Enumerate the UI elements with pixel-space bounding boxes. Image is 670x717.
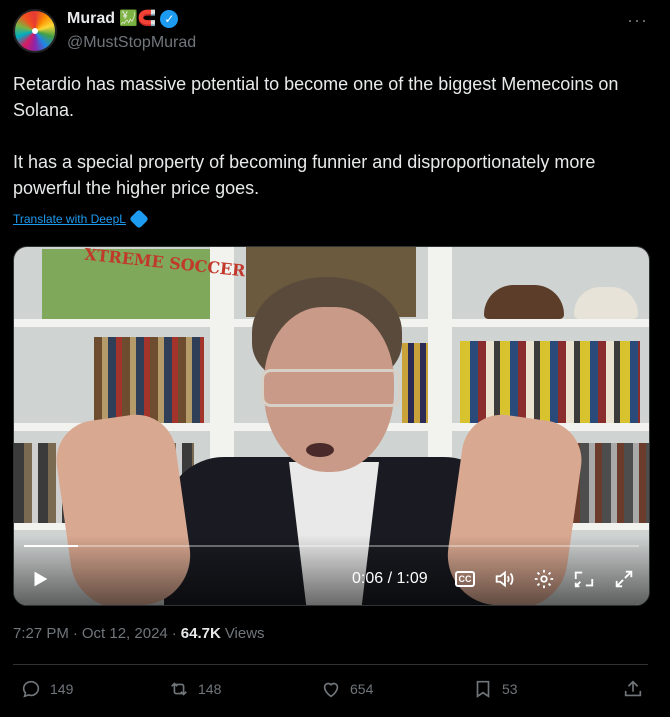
views-count[interactable]: 64.7K: [181, 625, 221, 642]
like-button[interactable]: 654: [320, 678, 373, 700]
avatar[interactable]: [13, 9, 57, 53]
volume-icon[interactable]: [492, 567, 516, 591]
tweet-text: Retardio has massive potential to become…: [13, 71, 653, 201]
tweet-meta: 7:27 PM · Oct 12, 2024 · 64.7K Views: [13, 625, 265, 642]
repost-icon: [171, 682, 187, 696]
reply-icon: [22, 680, 40, 698]
tweet-paragraph: It has a special property of becoming fu…: [13, 152, 596, 198]
verified-badge-icon[interactable]: ✓: [160, 10, 179, 28]
translate-label[interactable]: Translate with DeepL: [13, 212, 126, 226]
video-frame: XTREME SOCCER: [14, 247, 649, 605]
tweet: Murad 💹🧲 ✓ @MustStopMurad ··· Retardio h…: [0, 0, 670, 717]
handle[interactable]: @MustStopMurad: [67, 34, 196, 52]
play-icon[interactable]: [28, 567, 52, 591]
closed-captions-icon[interactable]: CC: [455, 571, 475, 587]
views-label: Views: [224, 625, 265, 642]
video-progress-bar[interactable]: [24, 545, 639, 547]
bookmark-button[interactable]: 53: [472, 678, 518, 700]
settings-icon[interactable]: [532, 567, 556, 591]
display-name[interactable]: Murad: [67, 10, 115, 28]
heart-icon: [323, 682, 339, 698]
deepl-icon: [129, 209, 149, 229]
meta-separator: ·: [171, 625, 177, 642]
video-progress-fill: [24, 545, 78, 547]
tweet-date[interactable]: Oct 12, 2024: [82, 625, 168, 642]
tweet-paragraph: Retardio has massive potential to become…: [13, 74, 619, 120]
bookmark-icon: [476, 680, 490, 698]
video-player[interactable]: XTREME SOCCER 0:06 / 1:09 CC: [13, 246, 650, 606]
repost-button[interactable]: 148: [168, 678, 221, 700]
share-button[interactable]: [622, 678, 644, 700]
bookmark-count: 53: [502, 681, 518, 697]
tweet-time[interactable]: 7:27 PM: [13, 625, 69, 642]
repost-count: 148: [198, 681, 222, 697]
action-bar: 149 148 654 53: [0, 678, 670, 704]
share-icon: [624, 680, 642, 697]
picture-in-picture-icon[interactable]: [572, 567, 596, 591]
author-name-row: Murad 💹🧲 ✓: [67, 10, 179, 28]
divider: [13, 664, 648, 665]
more-options-icon[interactable]: ···: [627, 10, 648, 31]
reply-count: 149: [50, 681, 74, 697]
like-count: 654: [350, 681, 374, 697]
video-time: 0:06 / 1:09: [352, 570, 428, 587]
reply-button[interactable]: 149: [20, 678, 73, 700]
name-emojis: 💹🧲: [119, 10, 157, 27]
translate-link[interactable]: Translate with DeepL: [13, 209, 149, 229]
meta-separator: ·: [72, 625, 78, 642]
fullscreen-icon[interactable]: [612, 567, 636, 591]
